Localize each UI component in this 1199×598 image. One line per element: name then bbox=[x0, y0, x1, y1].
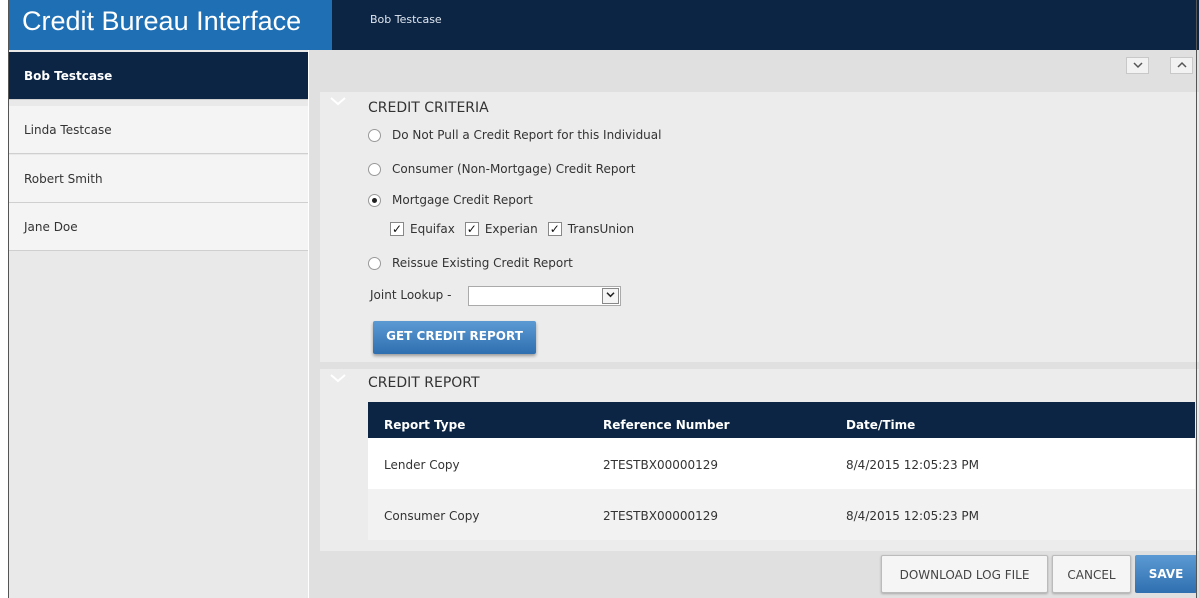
sidebar-item-label: Jane Doe bbox=[24, 220, 78, 234]
checkbox-label: Equifax bbox=[410, 222, 455, 236]
table-header: Report Type Reference Number Date/Time bbox=[368, 402, 1195, 438]
radio-button[interactable] bbox=[368, 256, 381, 270]
column-header-date-time: Date/Time bbox=[846, 418, 916, 432]
sidebar-item-robert-smith[interactable]: Robert Smith bbox=[8, 155, 308, 203]
joint-lookup-select[interactable] bbox=[468, 286, 621, 306]
experian-checkbox[interactable]: ✓ bbox=[464, 222, 479, 236]
chevron-down-icon[interactable] bbox=[602, 288, 619, 304]
credit-criteria-title: CREDIT CRITERIA bbox=[368, 100, 489, 116]
sidebar-item-label: Linda Testcase bbox=[24, 123, 112, 137]
option-reissue-report[interactable]: Reissue Existing Credit Report bbox=[368, 256, 573, 270]
radio-button[interactable] bbox=[368, 128, 381, 142]
cell-report-type: Lender Copy bbox=[384, 458, 460, 472]
expand-all-button[interactable] bbox=[1126, 57, 1149, 74]
checkbox-label: Experian bbox=[484, 222, 538, 236]
chevron-down-icon[interactable] bbox=[330, 96, 346, 106]
collapse-all-button[interactable] bbox=[1170, 57, 1193, 74]
option-label: Mortgage Credit Report bbox=[392, 193, 533, 207]
joint-lookup-label: Joint Lookup - bbox=[370, 288, 452, 302]
sidebar-item-linda-testcase[interactable]: Linda Testcase bbox=[8, 106, 308, 154]
credit-report-table: Report Type Reference Number Date/Time L… bbox=[368, 402, 1195, 540]
download-log-file-button[interactable]: DOWNLOAD LOG FILE bbox=[881, 555, 1048, 593]
chevron-up-icon bbox=[1176, 61, 1187, 68]
cell-reference-number: 2TESTBX00000129 bbox=[603, 458, 719, 472]
cell-date-time: 8/4/2015 12:05:23 PM bbox=[846, 458, 980, 472]
table-row[interactable]: Lender Copy 2TESTBX00000129 8/4/2015 12:… bbox=[368, 438, 1195, 489]
get-credit-report-button[interactable]: GET CREDIT REPORT bbox=[373, 321, 536, 354]
cell-reference-number: 2TESTBX00000129 bbox=[603, 509, 719, 523]
table-row[interactable]: Consumer Copy 2TESTBX00000129 8/4/2015 1… bbox=[368, 489, 1195, 540]
radio-button[interactable] bbox=[368, 162, 381, 176]
sidebar-item-jane-doe[interactable]: Jane Doe bbox=[8, 203, 308, 251]
option-mortgage-report[interactable]: Mortgage Credit Report bbox=[368, 193, 533, 207]
bureau-checkboxes: ✓ Equifax ✓ Experian ✓ TransUnion bbox=[390, 222, 644, 236]
option-consumer-report[interactable]: Consumer (Non-Mortgage) Credit Report bbox=[368, 162, 635, 176]
cancel-button[interactable]: CANCEL bbox=[1052, 555, 1131, 593]
radio-button[interactable] bbox=[368, 193, 381, 207]
chevron-down-icon bbox=[1132, 62, 1143, 69]
header-bar: Bob Testcase bbox=[332, 0, 1199, 50]
column-header-reference-number: Reference Number bbox=[603, 418, 730, 432]
save-button[interactable]: SAVE bbox=[1135, 555, 1197, 593]
option-label: Do Not Pull a Credit Report for this Ind… bbox=[392, 128, 662, 142]
sidebar-item-label: Robert Smith bbox=[24, 172, 103, 186]
transunion-checkbox[interactable]: ✓ bbox=[547, 222, 562, 236]
app-title-bar: Credit Bureau Interface bbox=[8, 0, 332, 50]
cell-report-type: Consumer Copy bbox=[384, 509, 480, 523]
sidebar: Bob Testcase Linda Testcase Robert Smith… bbox=[8, 50, 308, 598]
column-header-report-type: Report Type bbox=[384, 418, 466, 432]
sidebar-item-bob-testcase[interactable]: Bob Testcase bbox=[8, 52, 308, 100]
option-label: Reissue Existing Credit Report bbox=[392, 256, 573, 270]
sidebar-item-label: Bob Testcase bbox=[24, 69, 113, 83]
equifax-checkbox[interactable]: ✓ bbox=[390, 222, 404, 236]
option-no-pull[interactable]: Do Not Pull a Credit Report for this Ind… bbox=[368, 128, 661, 142]
option-label: Consumer (Non-Mortgage) Credit Report bbox=[392, 162, 636, 176]
checkbox-label: TransUnion bbox=[567, 222, 635, 236]
header-user-name: Bob Testcase bbox=[370, 13, 442, 26]
chevron-down-icon[interactable] bbox=[330, 373, 346, 383]
cell-date-time: 8/4/2015 12:05:23 PM bbox=[846, 509, 980, 523]
app-title: Credit Bureau Interface bbox=[22, 6, 302, 36]
credit-report-title: CREDIT REPORT bbox=[368, 375, 480, 391]
